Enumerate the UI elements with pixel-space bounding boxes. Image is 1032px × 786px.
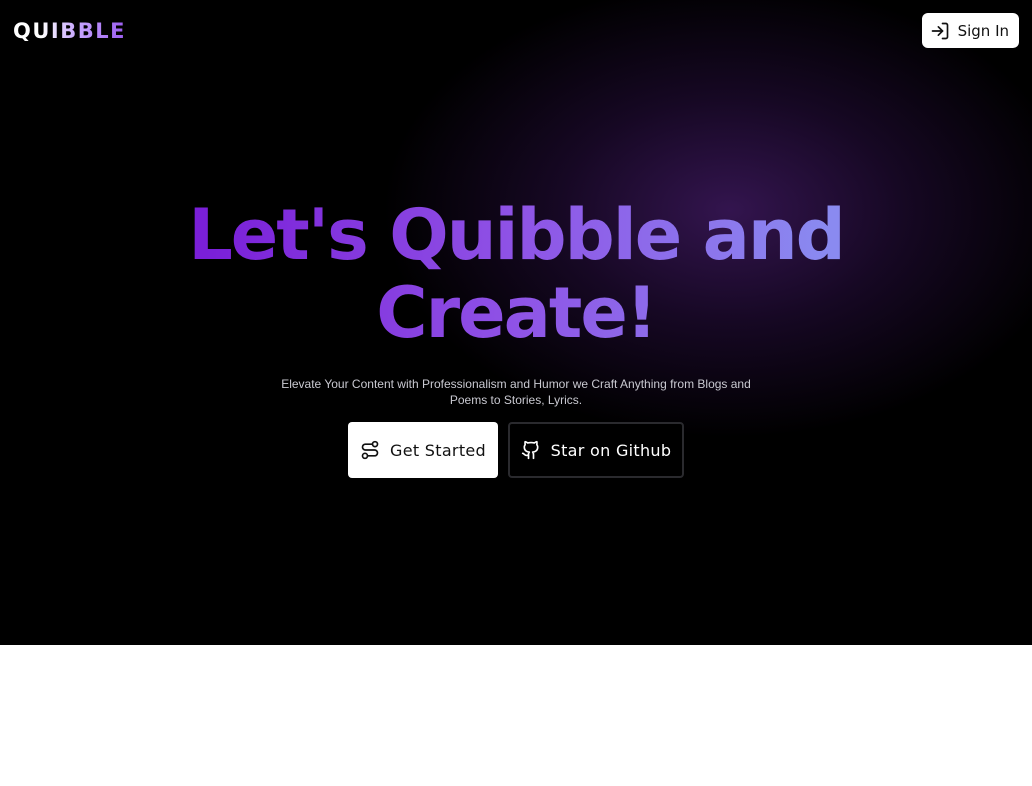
- star-on-github-label: Star on Github: [550, 440, 672, 460]
- github-icon: [521, 440, 541, 460]
- brand-logo[interactable]: QUIBBLE: [13, 19, 126, 43]
- get-started-label: Get Started: [390, 440, 486, 460]
- log-in-icon: [930, 21, 950, 41]
- star-on-github-button[interactable]: Star on Github: [508, 422, 684, 478]
- hero-subtitle: Elevate Your Content with Professionalis…: [281, 377, 751, 407]
- route-icon: [360, 440, 380, 460]
- sign-in-label: Sign In: [957, 21, 1009, 40]
- get-started-button[interactable]: Get Started: [348, 422, 498, 478]
- page-below-hero: [0, 645, 1032, 786]
- headline-line-1: Let's Quibble and: [0, 196, 1032, 274]
- hero-section: QUIBBLE Sign In Let's Quibble and Create…: [0, 0, 1032, 645]
- hero-headline: Let's Quibble and Create!: [0, 196, 1032, 352]
- sign-in-button[interactable]: Sign In: [921, 13, 1019, 48]
- headline-line-2: Create!: [0, 274, 1032, 352]
